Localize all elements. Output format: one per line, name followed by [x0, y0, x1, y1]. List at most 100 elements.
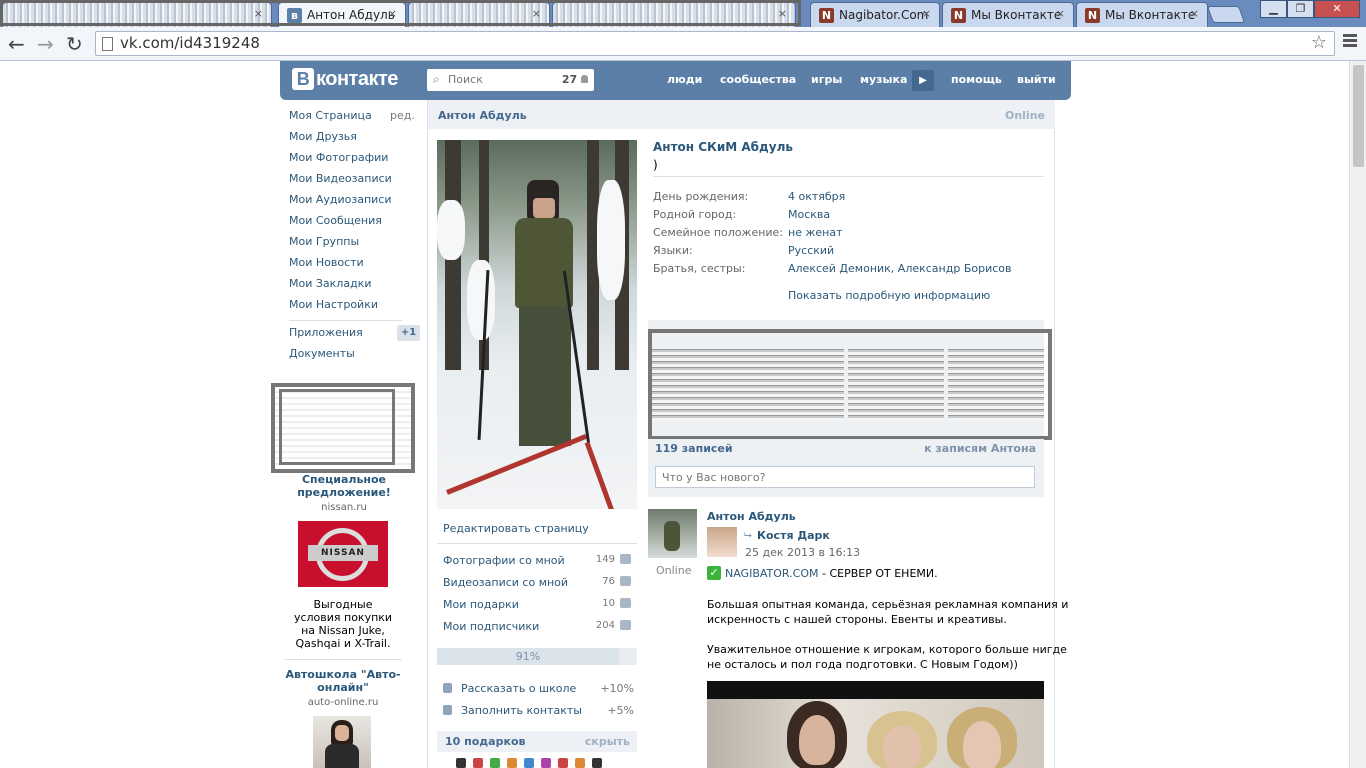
menu-edit-link[interactable]: ред.: [390, 109, 415, 122]
bookmark-star-icon[interactable]: ☆: [1311, 32, 1327, 53]
ad-nissan-domain[interactable]: nissan.ru: [290, 502, 398, 513]
browser-menu-icon[interactable]: [1343, 34, 1357, 49]
nissan-logo[interactable]: NISSAN: [298, 521, 388, 587]
relationship-value[interactable]: не женат: [788, 226, 842, 239]
tab-title: Nagibator.Com: [839, 8, 929, 22]
tip-percent: +10%: [600, 682, 634, 695]
menu-my-friends[interactable]: Мои Друзья: [289, 130, 357, 143]
to-posts-link[interactable]: к записям Антона: [924, 442, 1036, 455]
profile-avatar-photo[interactable]: [437, 140, 637, 509]
url-text: vk.com/id4319248: [120, 34, 260, 52]
search-placeholder: Поиск: [448, 73, 483, 86]
online-status: Online: [1004, 109, 1045, 122]
counter-label: Фотографии со мной: [443, 554, 565, 567]
maximize-button[interactable]: ❐: [1287, 0, 1314, 18]
ad-divider: [284, 659, 402, 660]
tab-title: Мы Вконтакте: [971, 8, 1062, 22]
menu-my-groups[interactable]: Мои Группы: [289, 235, 359, 248]
ad-autoschool-domain[interactable]: auto-online.ru: [284, 697, 402, 708]
ad-autoschool-title[interactable]: Автошкола "Авто-онлайн": [284, 668, 402, 694]
minimize-button[interactable]: ▁: [1260, 0, 1287, 18]
menu-my-bookmarks[interactable]: Мои Закладки: [289, 277, 371, 290]
ad-autoschool-image[interactable]: [313, 716, 371, 768]
forward-icon[interactable]: →: [37, 32, 54, 56]
apps-badge[interactable]: +1: [397, 325, 420, 341]
show-full-info-link[interactable]: Показать подробную информацию: [788, 289, 990, 302]
siblings-label: Братья, сестры:: [653, 262, 746, 275]
menu-my-messages[interactable]: Мои Сообщения: [289, 214, 382, 227]
nav-communities[interactable]: сообщества: [720, 73, 796, 86]
nav-people[interactable]: люди: [667, 73, 702, 86]
close-window-button[interactable]: ✕: [1314, 0, 1360, 18]
wall-post-count[interactable]: 119 записей: [655, 442, 733, 455]
scrollbar-thumb[interactable]: [1353, 65, 1364, 167]
vk-logo[interactable]: Вконтакте: [292, 68, 398, 93]
ad-nissan-title[interactable]: Специальное предложение!: [290, 473, 398, 499]
phone-icon: [443, 705, 452, 715]
menu-apps[interactable]: Приложения: [289, 326, 363, 339]
wall-header: 119 записей к записям Антона: [648, 439, 1044, 459]
nav-games[interactable]: игры: [811, 73, 842, 86]
gift-icon: [620, 598, 631, 608]
menu-my-photos[interactable]: Мои Фотографии: [289, 151, 388, 164]
n-favicon-icon: N: [951, 8, 966, 23]
nav-logout[interactable]: выйти: [1017, 73, 1056, 86]
siblings-value[interactable]: Алексей Демоник, Александр Борисов: [788, 262, 1012, 275]
tab-close-icon[interactable]: ×: [922, 7, 931, 20]
repost-author-avatar[interactable]: [707, 527, 737, 557]
search-input[interactable]: ⌕ Поиск 27: [427, 69, 594, 91]
menu-my-page[interactable]: Моя Страница: [289, 109, 372, 122]
post-author-avatar[interactable]: [648, 509, 697, 558]
tip-label: Заполнить контакты: [461, 704, 582, 717]
browser-tab-vk-2[interactable]: N Мы Вконтакте ×: [1076, 2, 1208, 27]
ad-nissan-text[interactable]: Выгодные условия покупки на Nissan Juke,…: [290, 598, 396, 650]
page-scrollbar[interactable]: [1349, 61, 1366, 768]
sidebar-divider: [437, 543, 637, 544]
school-icon: [443, 683, 452, 693]
back-icon[interactable]: ←: [8, 32, 25, 56]
edit-page-link[interactable]: Редактировать страницу: [443, 522, 589, 535]
gifts-title[interactable]: 10 подарков: [445, 735, 525, 748]
browser-tab-vk-1[interactable]: N Мы Вконтакте ×: [942, 2, 1074, 27]
my-followers-link[interactable]: Мои подписчики 204: [443, 620, 631, 633]
gifts-strip[interactable]: [456, 758, 621, 768]
wall-post-input[interactable]: Что у Вас нового?: [655, 466, 1035, 488]
new-tab-button[interactable]: [1206, 6, 1246, 23]
redacted-ad: [271, 383, 415, 473]
music-play-icon[interactable]: ▶: [912, 70, 934, 91]
n-favicon-icon: N: [819, 8, 834, 23]
hometown-label: Родной город:: [653, 208, 737, 221]
menu-documents[interactable]: Документы: [289, 347, 355, 360]
browser-tab-nagibator[interactable]: N Nagibator.Com ×: [810, 2, 940, 27]
gifts-hide-link[interactable]: скрыть: [585, 735, 630, 748]
post-author-online: Online: [656, 564, 692, 577]
profile-completion-text: 91%: [515, 650, 541, 663]
hometown-value[interactable]: Москва: [788, 208, 830, 221]
vk-logo-text: контакте: [316, 68, 398, 90]
profile-full-name: Антон СКиМ Абдуль: [653, 140, 793, 154]
nav-help[interactable]: помощь: [951, 73, 1002, 86]
photos-with-me-link[interactable]: Фотографии со мной 149: [443, 554, 631, 567]
counter-label: Видеозаписи со мной: [443, 576, 569, 589]
address-bar[interactable]: vk.com/id4319248 ☆: [95, 31, 1335, 56]
post-image[interactable]: [707, 681, 1044, 768]
tab-close-icon[interactable]: ×: [1190, 7, 1199, 20]
languages-value[interactable]: Русский: [788, 244, 834, 257]
menu-my-audio[interactable]: Мои Аудиозаписи: [289, 193, 392, 206]
tab-close-icon[interactable]: ×: [1056, 7, 1065, 20]
post-author-name[interactable]: Антон Абдуль: [707, 510, 796, 523]
videos-with-me-link[interactable]: Видеозаписи со мной 76: [443, 576, 631, 589]
menu-my-videos[interactable]: Мои Видеозаписи: [289, 172, 392, 185]
my-gifts-link[interactable]: Мои подарки 10: [443, 598, 631, 611]
birthday-value[interactable]: 4 октября: [788, 190, 845, 203]
reload-icon[interactable]: ↻: [66, 32, 83, 56]
post-text-line: искренность с нашей стороны. Евенты и кр…: [707, 613, 1007, 626]
menu-my-news[interactable]: Мои Новости: [289, 256, 364, 269]
post-date[interactable]: 25 дек 2013 в 16:13: [745, 546, 860, 559]
repost-author-name[interactable]: Костя Дарк: [757, 529, 830, 542]
tab-redaction-frame: [0, 0, 801, 26]
menu-my-settings[interactable]: Мои Настройки: [289, 298, 378, 311]
nav-music[interactable]: музыка: [860, 73, 907, 86]
profile-status-text[interactable]: ): [653, 158, 658, 172]
post-link[interactable]: NAGIBATOR.COM: [725, 567, 819, 580]
